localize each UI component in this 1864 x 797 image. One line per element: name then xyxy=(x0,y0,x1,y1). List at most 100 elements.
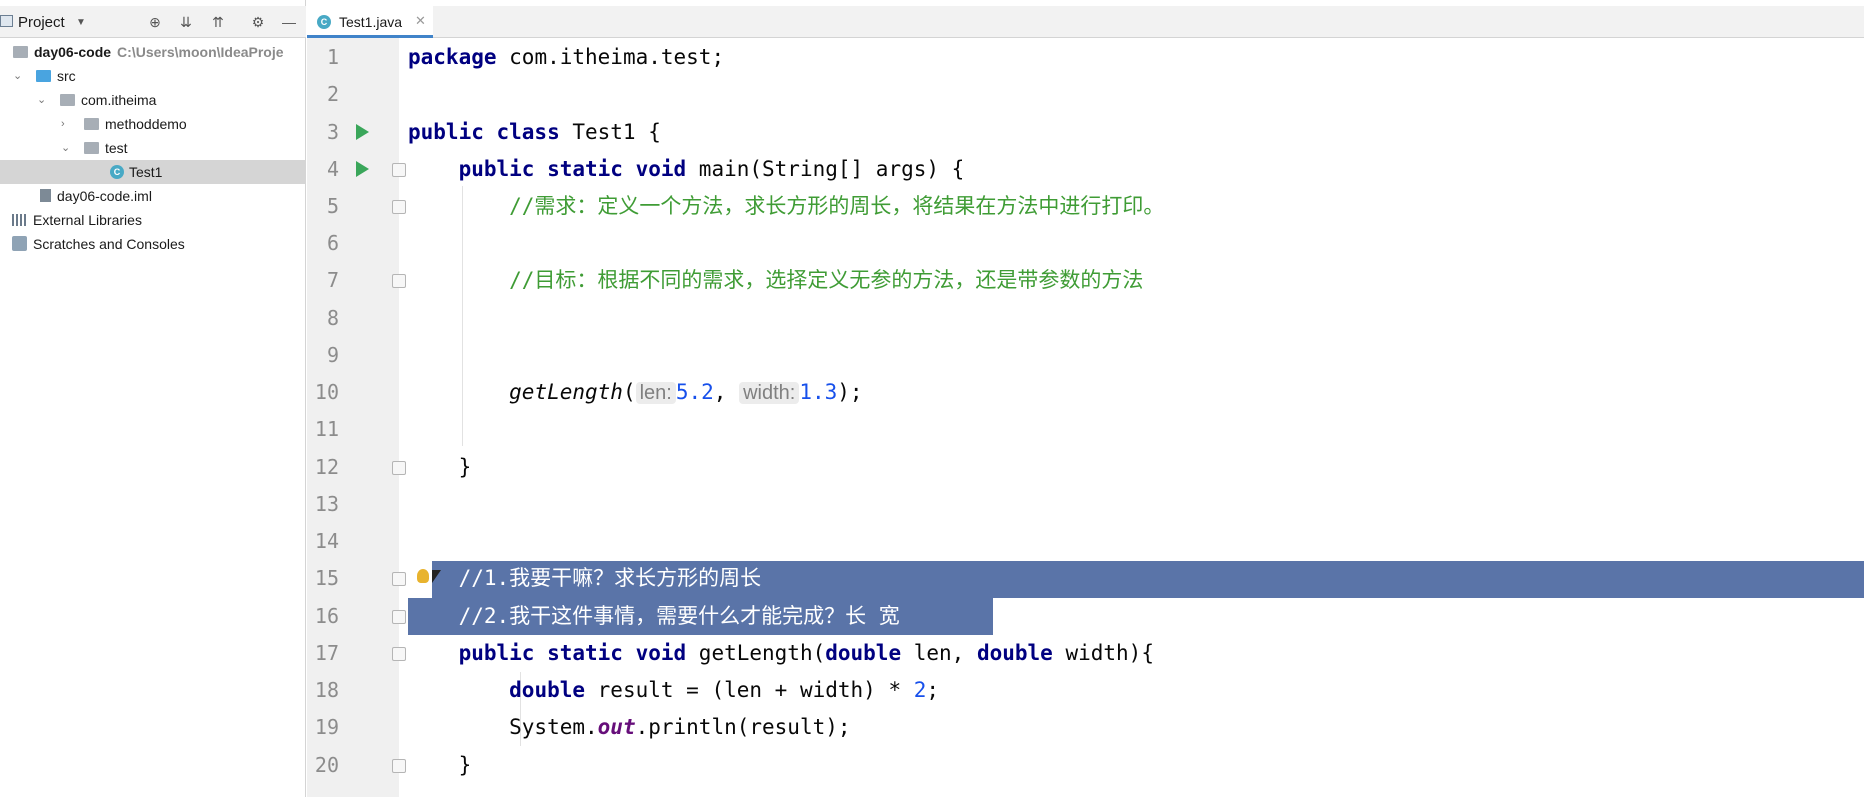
java-class-icon: C xyxy=(110,165,124,179)
editor-tab-bar: C Test1.java ✕ xyxy=(307,6,1864,38)
tree-item-test[interactable]: ⌄ test xyxy=(0,136,306,160)
code-line-4[interactable]: public static void main(String[] args) { xyxy=(408,151,965,188)
fold-icon[interactable] xyxy=(392,461,406,475)
code-text: getLength( xyxy=(686,641,826,665)
number-literal: 1.3 xyxy=(799,380,838,404)
package-icon xyxy=(84,118,99,130)
code-line-3[interactable]: public class Test1 { xyxy=(408,114,661,151)
code-line-12[interactable]: } xyxy=(408,449,472,486)
code-line-5[interactable]: //需求：定义一个方法，求长方形的周长，将结果在方法中进行打印。 xyxy=(408,188,1164,225)
code-text: ( xyxy=(622,380,636,404)
tree-item-com-itheima[interactable]: ⌄ com.itheima xyxy=(0,88,306,112)
fold-icon[interactable] xyxy=(392,274,406,288)
java-class-icon: C xyxy=(317,15,331,29)
code-line-17[interactable]: public static void getLength(double len,… xyxy=(408,635,1154,672)
code-text: , xyxy=(713,380,740,404)
line-number: 7 xyxy=(326,268,339,292)
fold-icon[interactable] xyxy=(392,759,406,773)
chevron-down-icon[interactable]: ▼ xyxy=(76,17,86,28)
close-icon[interactable]: ✕ xyxy=(415,13,426,29)
code-line-19[interactable]: System.out.println(result); xyxy=(408,709,851,746)
code-text: .println(result); xyxy=(635,715,851,739)
tree-item-label: Scratches and Consoles xyxy=(33,236,185,252)
tree-item-label: day06-code xyxy=(34,44,112,60)
collapse-all-icon[interactable]: ⇈ xyxy=(209,13,227,31)
gear-icon[interactable]: ⚙ xyxy=(249,13,267,31)
code-line-15[interactable]: //1.我要干嘛？求长方形的周长 xyxy=(408,560,762,597)
code-line-7[interactable]: //目标：根据不同的需求，选择定义无参的方法，还是带参数的方法 xyxy=(408,262,1143,299)
project-toolbar: Project ▼ ⊕ ⇊ ⇈ ⚙ — xyxy=(0,6,306,38)
tree-item-label: External Libraries xyxy=(33,212,142,228)
code-line-1[interactable]: package com.itheima.test; xyxy=(408,39,724,76)
keyword: public static void xyxy=(458,157,687,181)
line-number: 15 xyxy=(314,566,339,590)
number-literal: 5.2 xyxy=(675,380,714,404)
code-text: ); xyxy=(837,380,863,404)
tree-item-scratches[interactable]: Scratches and Consoles xyxy=(0,232,306,256)
code-text: len, xyxy=(901,641,977,665)
scratches-icon xyxy=(12,236,27,251)
run-icon[interactable] xyxy=(356,161,369,177)
keyword: public static void xyxy=(458,641,687,665)
line-number: 1 xyxy=(326,45,339,69)
chevron-right-icon[interactable]: › xyxy=(61,112,73,136)
code-text: width){ xyxy=(1052,641,1154,665)
hide-panel-icon[interactable]: — xyxy=(280,13,298,31)
keyword: double xyxy=(509,678,586,702)
tree-item-project-root[interactable]: day06-code C:\Users\moon\IdeaProje xyxy=(0,40,306,64)
code-text: ; xyxy=(926,678,940,702)
line-number: 12 xyxy=(314,455,339,479)
line-number: 18 xyxy=(314,678,339,702)
editor-tab-test1[interactable]: C Test1.java ✕ xyxy=(307,6,433,38)
tab-label: Test1.java xyxy=(339,14,403,30)
line-number: 16 xyxy=(314,604,339,628)
package-icon xyxy=(84,142,99,154)
tree-item-label: methoddemo xyxy=(105,116,187,132)
tree-item-external-libraries[interactable]: External Libraries xyxy=(0,208,306,232)
run-icon[interactable] xyxy=(356,124,369,140)
fold-icon[interactable] xyxy=(392,610,406,624)
project-panel: Project ▼ ⊕ ⇊ ⇈ ⚙ — day06-code C:\Users\m… xyxy=(0,0,306,797)
line-number: 19 xyxy=(314,715,339,739)
line-number: 3 xyxy=(326,120,339,144)
code-text: Test1 { xyxy=(559,120,661,144)
tree-item-label: test xyxy=(105,140,128,156)
code-line-18[interactable]: double result = (len + width) * 2; xyxy=(408,672,939,709)
keyword: public class xyxy=(408,120,560,144)
locate-file-icon[interactable]: ⊕ xyxy=(146,13,164,31)
fold-icon[interactable] xyxy=(392,647,406,661)
code-text: main(String[] args) { xyxy=(686,157,965,181)
fold-icon[interactable] xyxy=(392,200,406,214)
expand-all-icon[interactable]: ⇊ xyxy=(177,13,195,31)
line-number: 2 xyxy=(326,82,339,106)
line-number: 11 xyxy=(314,417,339,441)
tree-item-src[interactable]: ⌄ src xyxy=(0,64,306,88)
code-text: com.itheima.test; xyxy=(496,45,725,69)
keyword: package xyxy=(408,45,497,69)
line-number: 13 xyxy=(314,492,339,516)
chevron-down-icon[interactable]: ⌄ xyxy=(61,136,73,160)
code-line-16[interactable]: //2.我干这件事情，需要什么才能完成？长 宽 xyxy=(408,598,900,635)
source-folder-icon xyxy=(36,70,51,82)
tree-item-methoddemo[interactable]: › methoddemo xyxy=(0,112,306,136)
chevron-down-icon[interactable]: ⌄ xyxy=(37,88,49,112)
code-line-10[interactable]: getLength(len: 5.2, width: 1.3); xyxy=(408,374,863,411)
code-line-20[interactable]: } xyxy=(408,747,472,784)
code-text: result = (len + width) * xyxy=(585,678,914,702)
line-number: 14 xyxy=(314,529,339,553)
tree-item-label: src xyxy=(57,68,76,84)
module-file-icon xyxy=(40,189,51,202)
static-field: out xyxy=(597,715,636,739)
fold-icon[interactable] xyxy=(392,163,406,177)
tree-item-iml[interactable]: day06-code.iml xyxy=(0,184,306,208)
tree-item-label: day06-code.iml xyxy=(57,188,152,204)
line-number: 4 xyxy=(326,157,339,181)
project-view-selector[interactable]: Project xyxy=(18,14,65,31)
tree-item-test1[interactable]: C Test1 xyxy=(0,160,306,184)
project-view-icon xyxy=(0,15,13,27)
library-icon xyxy=(12,214,27,226)
fold-icon[interactable] xyxy=(392,572,406,586)
chevron-down-icon[interactable]: ⌄ xyxy=(13,64,25,88)
